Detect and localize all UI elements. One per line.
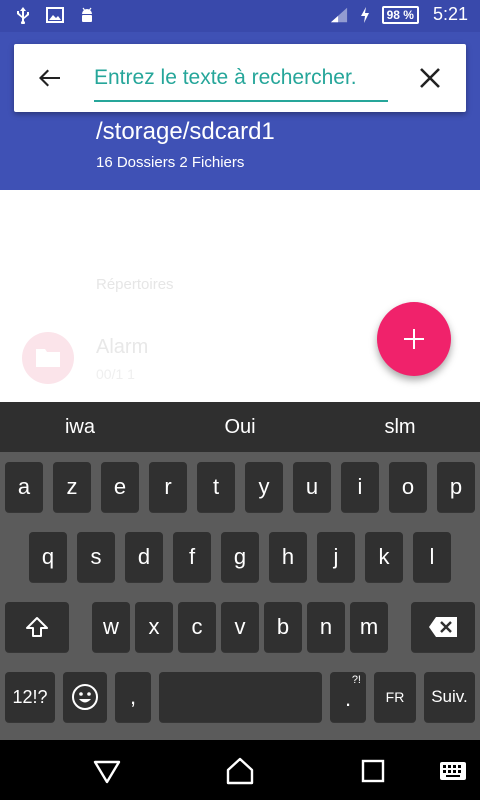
- back-arrow-icon[interactable]: [36, 64, 64, 92]
- key-n[interactable]: n: [307, 602, 345, 652]
- key-j[interactable]: j: [317, 532, 355, 582]
- emoji-icon: [72, 684, 98, 710]
- key-d[interactable]: d: [125, 532, 163, 582]
- close-icon[interactable]: [416, 64, 444, 92]
- section-title: Répertoires: [96, 276, 174, 293]
- key-r[interactable]: r: [149, 462, 187, 512]
- period-key[interactable]: ?! .: [330, 672, 366, 722]
- battery-level: 98 %: [381, 5, 419, 24]
- status-bar: 98 % 5:21: [0, 0, 480, 32]
- notification-icons: [14, 6, 96, 24]
- add-fab-button[interactable]: [377, 302, 451, 376]
- backspace-key[interactable]: [411, 602, 475, 652]
- folder-avatar: [22, 332, 74, 384]
- key-v[interactable]: v: [221, 602, 259, 652]
- period-key-label: .: [344, 686, 352, 711]
- current-path: /storage/sdcard1: [96, 118, 275, 145]
- key-o[interactable]: o: [389, 462, 427, 512]
- shift-key[interactable]: [5, 602, 69, 652]
- folder-icon: [36, 349, 60, 367]
- search-bar: [14, 44, 466, 112]
- emoji-key[interactable]: [63, 672, 107, 722]
- key-b[interactable]: b: [264, 602, 302, 652]
- home-nav-icon[interactable]: [225, 756, 255, 786]
- navigation-bar: [0, 740, 480, 800]
- key-h[interactable]: h: [269, 532, 307, 582]
- image-icon: [46, 7, 64, 23]
- recents-nav-icon[interactable]: [358, 756, 388, 786]
- suggestion-2[interactable]: Oui: [180, 416, 300, 439]
- key-p[interactable]: p: [437, 462, 475, 512]
- list-item-name[interactable]: Alarm: [96, 336, 148, 359]
- key-m[interactable]: m: [350, 602, 388, 652]
- key-i[interactable]: i: [341, 462, 379, 512]
- list-item-meta: 00/1 1: [96, 366, 135, 382]
- suggestion-strip: iwa Oui slm: [0, 402, 480, 452]
- key-f[interactable]: f: [173, 532, 211, 582]
- suggestion-1[interactable]: iwa: [20, 416, 140, 439]
- key-g[interactable]: g: [221, 532, 259, 582]
- key-y[interactable]: y: [245, 462, 283, 512]
- key-s[interactable]: s: [77, 532, 115, 582]
- language-key[interactable]: FR: [374, 672, 416, 722]
- folder-file-count: 16 Dossiers 2 Fichiers: [96, 154, 245, 171]
- symbols-key[interactable]: 12!?: [5, 672, 55, 722]
- backspace-icon: [429, 617, 457, 637]
- key-q[interactable]: q: [29, 532, 67, 582]
- next-key[interactable]: Suiv.: [424, 672, 475, 722]
- space-key[interactable]: [159, 672, 322, 722]
- key-t[interactable]: t: [197, 462, 235, 512]
- key-c[interactable]: c: [178, 602, 216, 652]
- key-k[interactable]: k: [365, 532, 403, 582]
- key-e[interactable]: e: [101, 462, 139, 512]
- soft-keyboard: iwa Oui slm a z e r t y u i o p q s d f …: [0, 402, 480, 740]
- key-x[interactable]: x: [135, 602, 173, 652]
- plus-icon: [404, 329, 424, 349]
- keyboard-switch-icon[interactable]: [438, 756, 468, 786]
- search-input[interactable]: [94, 56, 388, 102]
- key-w[interactable]: w: [92, 602, 130, 652]
- charging-icon: [360, 6, 369, 23]
- back-nav-icon[interactable]: [92, 756, 122, 786]
- signal-icon: [330, 7, 347, 22]
- android-icon: [82, 7, 92, 22]
- key-z[interactable]: z: [53, 462, 91, 512]
- shift-icon: [26, 617, 48, 637]
- key-l[interactable]: l: [413, 532, 451, 582]
- key-a[interactable]: a: [5, 462, 43, 512]
- usb-icon: [17, 7, 29, 24]
- key-u[interactable]: u: [293, 462, 331, 512]
- clock: 5:21: [432, 4, 468, 24]
- suggestion-3[interactable]: slm: [340, 416, 460, 439]
- system-icons: 98 % 5:21: [330, 4, 468, 25]
- period-key-hint: ?!: [351, 674, 361, 686]
- comma-key[interactable]: ,: [115, 672, 151, 722]
